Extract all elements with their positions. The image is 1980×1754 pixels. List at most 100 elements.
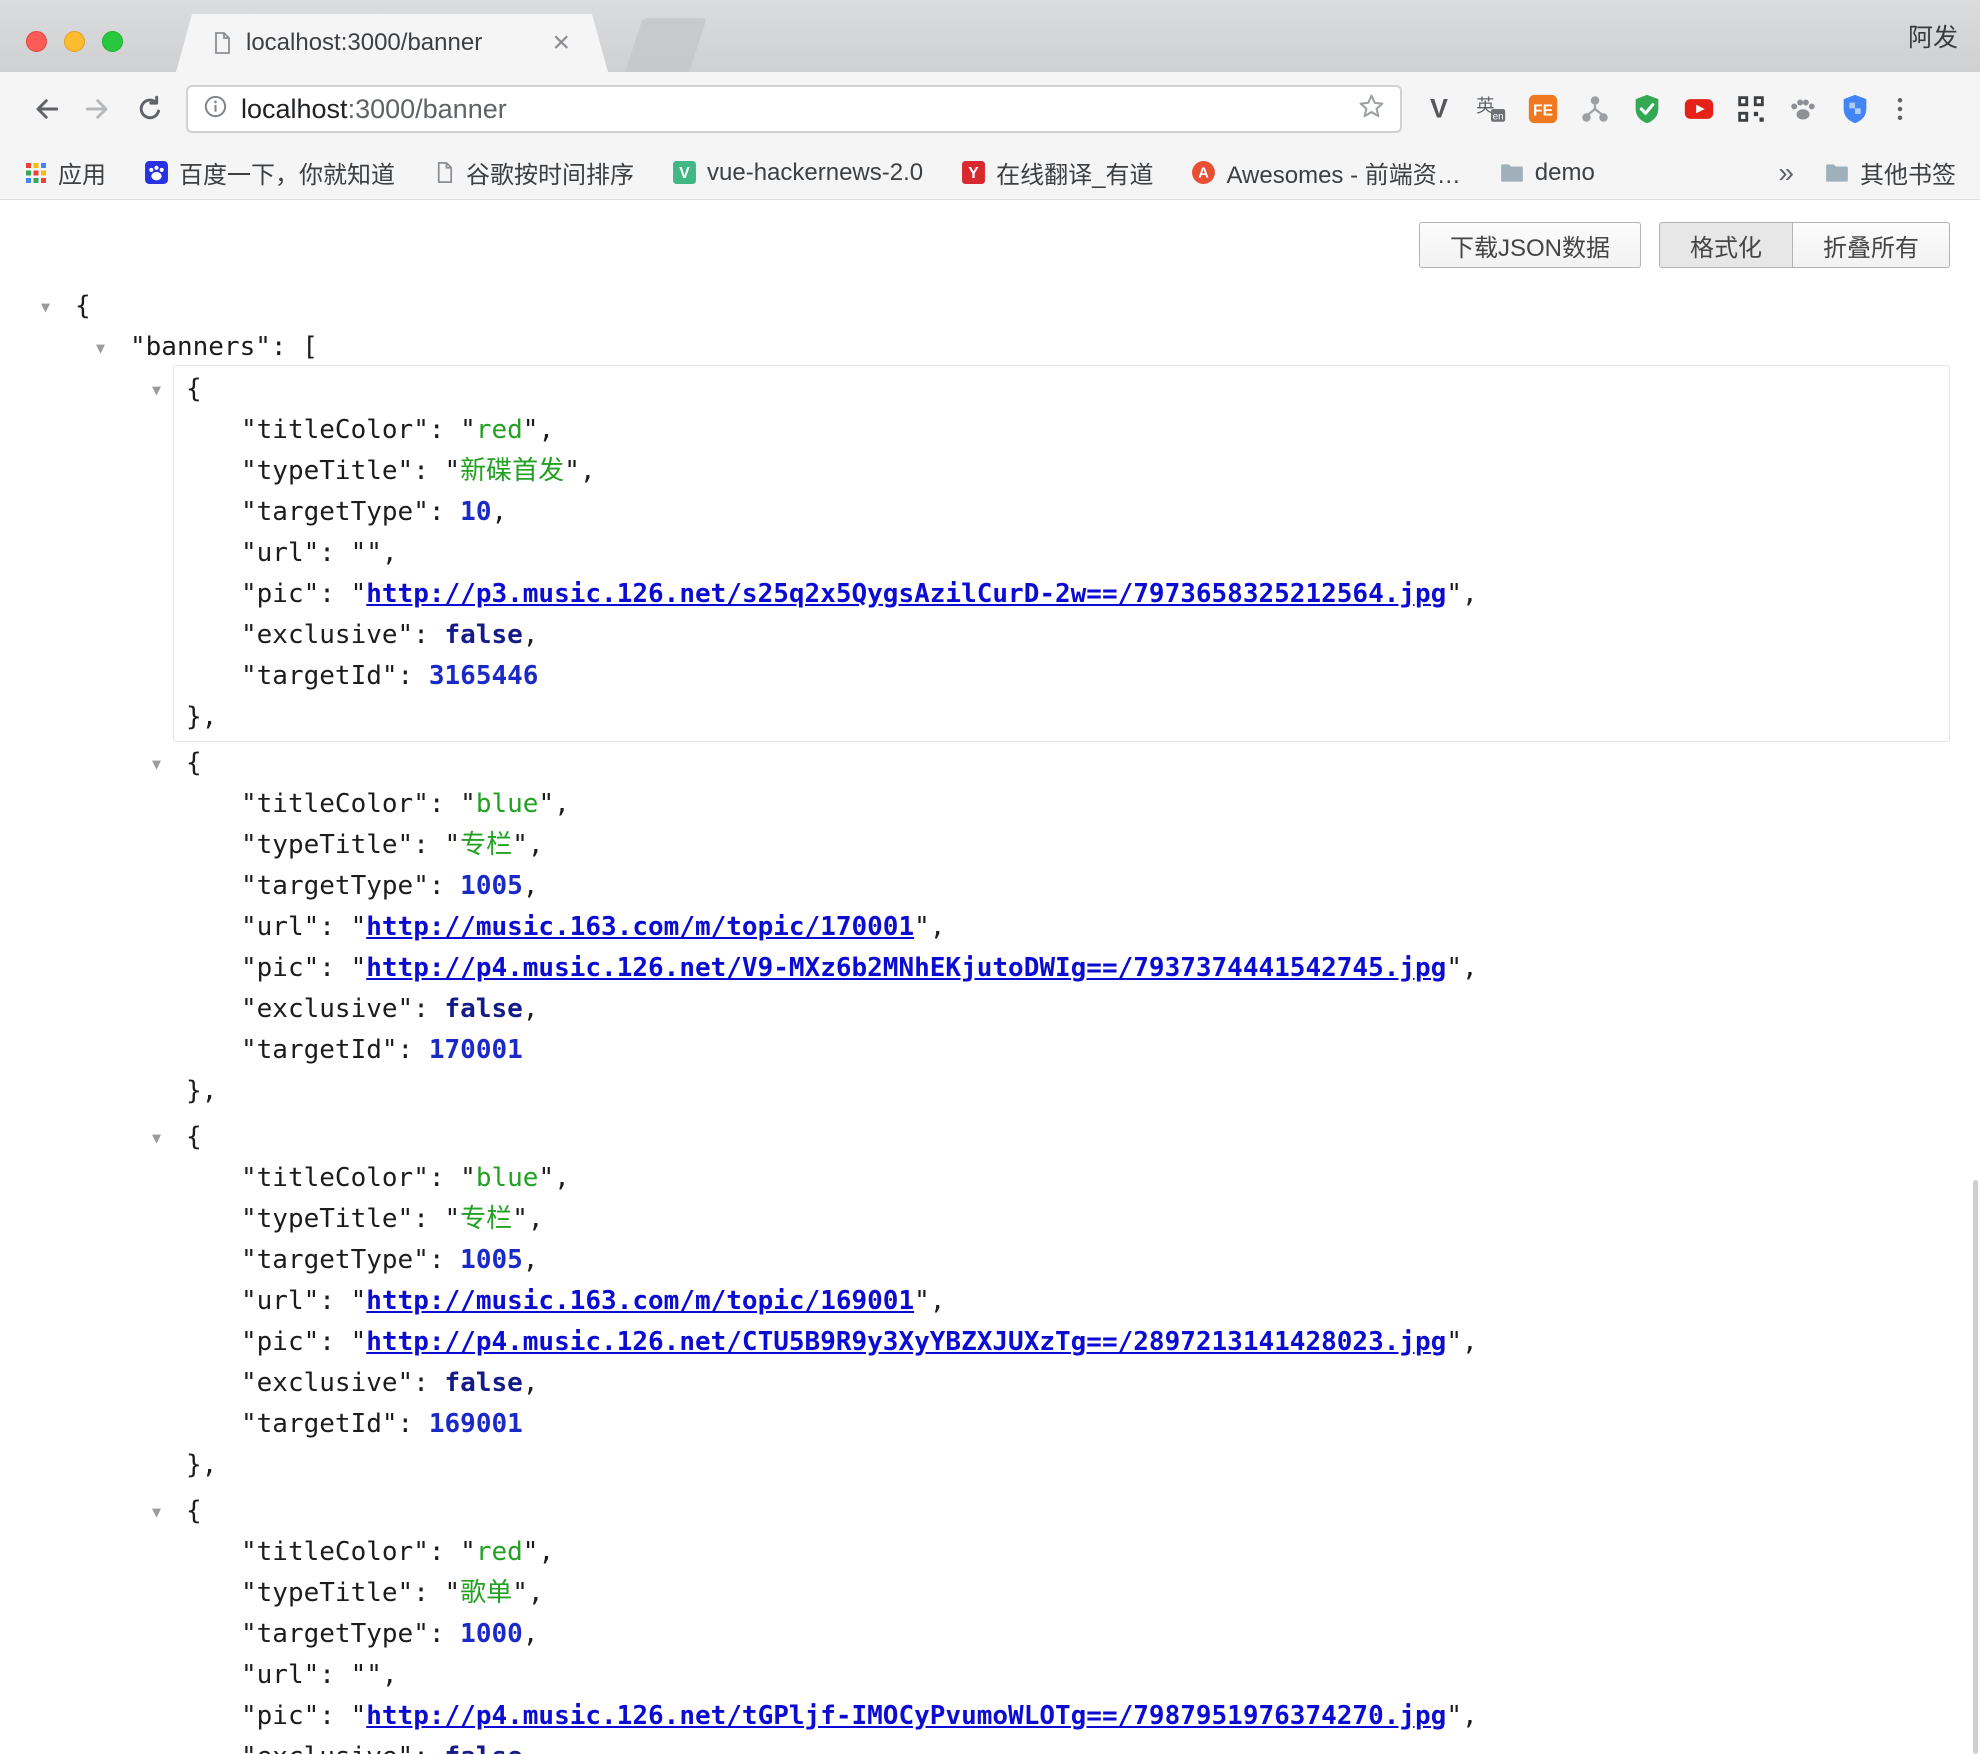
- json-token: ": [241, 871, 257, 901]
- json-key: url: [257, 912, 304, 942]
- json-token: ": [351, 912, 367, 942]
- json-token: ": [538, 789, 554, 819]
- json-line: "exclusive": false: [241, 1737, 1949, 1754]
- json-token: ": [512, 1578, 528, 1608]
- json-number-value: 3165446: [429, 661, 539, 691]
- json-url-link[interactable]: http://p4.music.126.net/tGPljf-IMOCyPvum…: [366, 1701, 1446, 1731]
- scrollbar-thumb[interactable]: [1973, 1180, 1978, 1754]
- json-url-link[interactable]: http://music.163.com/m/topic/170001: [366, 912, 914, 942]
- json-token: ": [398, 620, 414, 650]
- json-token: ": [445, 1578, 461, 1608]
- json-token: ": [241, 1368, 257, 1398]
- json-line: "targetType": 1000,: [241, 1614, 1949, 1655]
- json-token: ": [1446, 953, 1462, 983]
- json-line: "typeTitle": "专栏",: [241, 825, 1949, 866]
- json-line: },: [186, 697, 1949, 738]
- json-line: },: [186, 1445, 1949, 1486]
- close-window-button[interactable]: [26, 31, 47, 52]
- json-token: ": [241, 497, 257, 527]
- collapse-toggle-icon[interactable]: ▼: [152, 370, 161, 411]
- minimize-window-button[interactable]: [64, 31, 85, 52]
- json-indent-block: "titleColor": "blue","typeTitle": "专栏","…: [241, 1158, 1949, 1445]
- json-url-link[interactable]: http://music.163.com/m/topic/169001: [366, 1286, 914, 1316]
- reload-button[interactable]: [124, 83, 176, 135]
- json-string-value: 专栏: [460, 830, 512, 860]
- bookmark-item[interactable]: 谷歌按时间排序: [433, 155, 634, 190]
- collapse-toggle-icon[interactable]: ▼: [96, 328, 105, 369]
- new-tab-button[interactable]: [625, 18, 707, 72]
- json-number-value: 1005: [460, 871, 523, 901]
- json-url-link[interactable]: http://p4.music.126.net/CTU5B9R9y3XyYBZX…: [366, 1327, 1446, 1357]
- svg-text:Y: Y: [968, 165, 979, 182]
- format-button[interactable]: 格式化: [1659, 222, 1793, 268]
- json-token: ,: [538, 1537, 554, 1567]
- bookmark-item[interactable]: Vvue-hackernews-2.0: [672, 159, 923, 187]
- bookmark-item[interactable]: 应用: [24, 155, 106, 190]
- json-token: ,: [382, 1660, 398, 1690]
- json-token: ,: [1462, 579, 1478, 609]
- collapse-toggle-icon[interactable]: ▼: [41, 287, 50, 328]
- json-token: ": [241, 538, 257, 568]
- folder-icon: [1824, 160, 1850, 186]
- browser-menu-icon[interactable]: [1874, 83, 1926, 135]
- maximize-window-button[interactable]: [102, 31, 123, 52]
- profile-name[interactable]: 阿发: [1908, 0, 1958, 72]
- json-url-link[interactable]: http://p4.music.126.net/V9-MXz6b2MNhEKju…: [366, 953, 1446, 983]
- paw-icon[interactable]: [1784, 90, 1822, 128]
- page-content: 下载JSON数据 格式化 折叠所有 ▼{▼"banners": [▼{"titl…: [0, 200, 1980, 1754]
- folder-icon: [1499, 160, 1525, 186]
- other-bookmarks-folder[interactable]: 其他书签: [1824, 155, 1956, 190]
- json-url-link[interactable]: http://p3.music.126.net/s25q2x5QygsAzilC…: [366, 579, 1446, 609]
- blue-shield-icon[interactable]: [1836, 90, 1874, 128]
- json-token: ": [241, 456, 257, 486]
- org-icon[interactable]: [1576, 90, 1614, 128]
- collapse-toggle-icon[interactable]: ▼: [152, 1492, 161, 1533]
- json-key: url: [257, 1660, 304, 1690]
- bookmark-item[interactable]: demo: [1499, 159, 1595, 187]
- json-token: ": [241, 1245, 257, 1275]
- json-line: "url": "http://music.163.com/m/topic/169…: [241, 1281, 1949, 1322]
- json-token: ": [413, 789, 429, 819]
- json-token: :: [429, 415, 460, 445]
- json-key: targetId: [257, 661, 382, 691]
- json-token: ": [241, 1660, 257, 1690]
- json-token: :: [319, 579, 350, 609]
- json-key: titleColor: [257, 1537, 414, 1567]
- youtube-icon[interactable]: [1680, 90, 1718, 128]
- json-token: {: [186, 374, 202, 404]
- bookmark-star-icon[interactable]: [1357, 92, 1386, 126]
- forward-button[interactable]: [72, 83, 124, 135]
- json-token: {: [75, 291, 91, 321]
- page-info-icon[interactable]: [202, 93, 229, 125]
- collapse-toggle-icon[interactable]: ▼: [152, 744, 161, 785]
- address-bar[interactable]: localhost:3000/banner: [186, 85, 1402, 133]
- json-token: ": [304, 1327, 320, 1357]
- json-token: ": [351, 1660, 367, 1690]
- vimium-icon[interactable]: V: [1420, 90, 1458, 128]
- json-token: ": [398, 1578, 414, 1608]
- tab-close-icon[interactable]: ×: [548, 28, 574, 58]
- bookmark-item[interactable]: 百度一下，你就知道: [144, 155, 395, 190]
- bookmark-item[interactable]: Y在线翻译_有道: [961, 155, 1153, 190]
- json-object-block: ▼{"titleColor": "blue","typeTitle": "专栏"…: [173, 739, 1950, 1116]
- json-token: ": [445, 1204, 461, 1234]
- fehelper-icon[interactable]: FE: [1524, 90, 1562, 128]
- json-token: ": [398, 456, 414, 486]
- qrcode-icon[interactable]: [1732, 90, 1770, 128]
- url-text[interactable]: localhost:3000/banner: [241, 94, 1345, 125]
- json-token: ": [445, 830, 461, 860]
- json-token: :: [319, 538, 350, 568]
- bookmark-item[interactable]: AAwesomes - 前端资…: [1191, 155, 1460, 190]
- collapse-toggle-icon[interactable]: ▼: [152, 1118, 161, 1159]
- browser-tab[interactable]: localhost:3000/banner ×: [176, 14, 608, 72]
- json-string-value: red: [476, 1537, 523, 1567]
- back-button[interactable]: [20, 83, 72, 135]
- download-json-button[interactable]: 下载JSON数据: [1419, 222, 1641, 268]
- json-token: ": [304, 579, 320, 609]
- json-token: :: [413, 1742, 444, 1754]
- green-shield-icon[interactable]: [1628, 90, 1666, 128]
- collapse-all-button[interactable]: 折叠所有: [1793, 222, 1950, 268]
- json-token: ": [304, 953, 320, 983]
- translate-icon[interactable]: 英en: [1472, 90, 1510, 128]
- bookmarks-overflow-chevron[interactable]: »: [1778, 157, 1794, 189]
